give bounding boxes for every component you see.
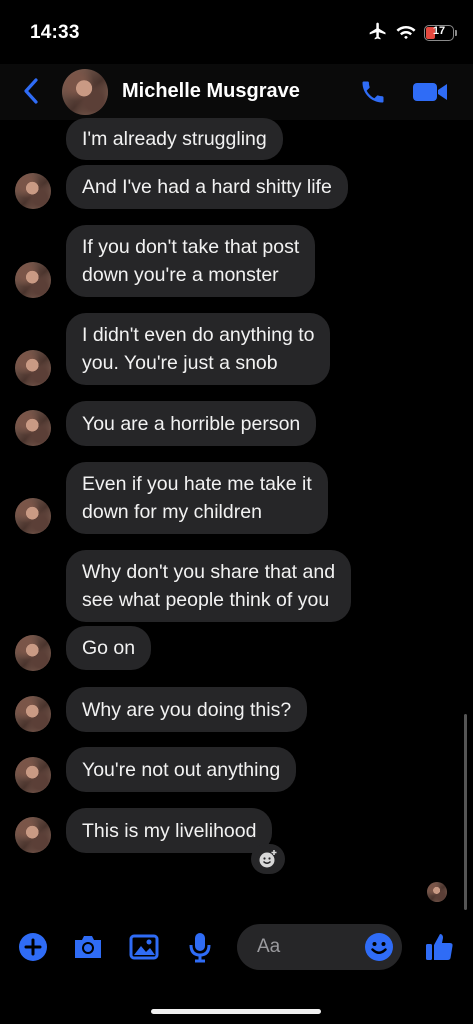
- message-bubble[interactable]: This is my livelihood: [66, 808, 273, 853]
- back-button[interactable]: [18, 76, 44, 106]
- message-text: down you're a monster: [82, 264, 279, 286]
- status-bar: 14:33 17: [0, 0, 473, 64]
- message-text: I'm already struggling: [82, 128, 267, 150]
- like-button[interactable]: [422, 930, 456, 964]
- emoji-icon: [365, 933, 393, 961]
- message-bubble[interactable]: You're not out anything: [66, 747, 297, 792]
- message-bubble[interactable]: You are a horrible person: [66, 401, 317, 446]
- message-text: see what people think of you: [82, 589, 330, 611]
- message-text: Why are you doing this?: [82, 698, 292, 721]
- battery-level: 17: [432, 25, 446, 37]
- sender-avatar[interactable]: [15, 696, 51, 732]
- message-text: And I've had a hard shitty life: [82, 176, 332, 198]
- sender-avatar[interactable]: [15, 410, 51, 446]
- camera-icon: [75, 936, 101, 958]
- phone-icon: [362, 81, 384, 103]
- message-text: Why don't you share that and: [82, 561, 336, 583]
- message-bubble[interactable]: I'm already struggling: [66, 118, 283, 160]
- audio-call-button[interactable]: [357, 77, 389, 107]
- message-text: I didn't even do anything to: [82, 324, 315, 346]
- battery-tip: [455, 30, 457, 36]
- microphone-icon: [189, 933, 211, 963]
- message-bubble[interactable]: Go on: [66, 626, 152, 670]
- sender-avatar[interactable]: [15, 817, 51, 853]
- scrollbar[interactable]: [464, 714, 467, 910]
- message-bubble[interactable]: Why don't you share that and see what pe…: [66, 550, 352, 622]
- message-text: you. You're just a snob: [82, 352, 278, 374]
- message-text: This is my livelihood: [82, 819, 257, 842]
- wifi-icon: [396, 23, 416, 44]
- status-time: 14:33: [30, 22, 80, 43]
- message-text: Go on: [82, 637, 136, 659]
- contact-name[interactable]: Michelle Musgrave: [122, 80, 300, 103]
- conversation-header: Michelle Musgrave: [0, 64, 473, 120]
- sender-avatar[interactable]: [15, 173, 51, 209]
- message-text: You're not out anything: [82, 758, 281, 781]
- message-bubble[interactable]: Why are you doing this?: [66, 687, 308, 732]
- home-indicator[interactable]: [151, 1009, 321, 1014]
- image-icon: [129, 934, 159, 960]
- add-reaction-icon: [259, 850, 277, 868]
- message-input[interactable]: Aa: [237, 924, 402, 970]
- message-bubble[interactable]: If you don't take that post down you're …: [66, 225, 316, 297]
- contact-avatar[interactable]: [62, 69, 108, 115]
- composer-bar: Aa: [0, 920, 473, 980]
- message-bubble[interactable]: Even if you hate me take it down for my …: [66, 462, 328, 534]
- airplane-icon: [368, 21, 388, 46]
- message-text: You are a horrible person: [82, 412, 301, 435]
- read-receipt-avatar: [427, 882, 447, 902]
- battery-icon: 17: [424, 25, 454, 41]
- sender-avatar[interactable]: [15, 635, 51, 671]
- message-text: down for my children: [82, 501, 262, 523]
- sender-avatar[interactable]: [15, 262, 51, 298]
- thumbs-up-icon: [426, 934, 453, 960]
- plus-icon: [19, 933, 47, 961]
- gallery-button[interactable]: [127, 930, 161, 964]
- voice-message-button[interactable]: [183, 930, 217, 964]
- add-reaction-button[interactable]: [251, 844, 285, 874]
- sender-avatar[interactable]: [15, 757, 51, 793]
- video-call-button[interactable]: [410, 77, 450, 107]
- sender-avatar[interactable]: [15, 350, 51, 386]
- camera-button[interactable]: [71, 930, 105, 964]
- message-text: Even if you hate me take it: [82, 473, 312, 495]
- message-bubble[interactable]: I didn't even do anything to you. You're…: [66, 313, 331, 385]
- video-camera-icon: [413, 83, 447, 101]
- message-input-placeholder: Aa: [257, 936, 281, 957]
- message-bubble[interactable]: And I've had a hard shitty life: [66, 165, 348, 209]
- sender-avatar[interactable]: [15, 498, 51, 534]
- status-icons: 17: [368, 22, 457, 44]
- emoji-button[interactable]: [364, 932, 394, 962]
- back-chevron-icon: [24, 78, 38, 104]
- more-actions-button[interactable]: [16, 930, 50, 964]
- message-text: If you don't take that post: [82, 236, 300, 258]
